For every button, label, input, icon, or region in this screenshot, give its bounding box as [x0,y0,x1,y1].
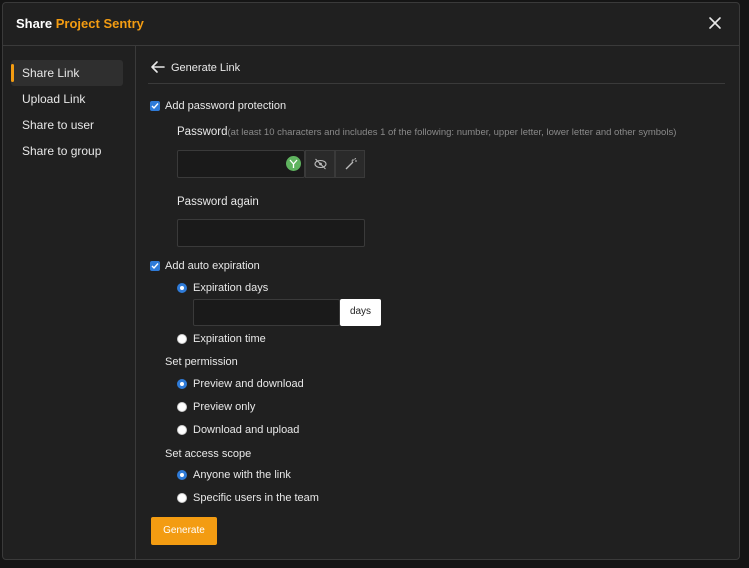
share-dialog: Share Project Sentry Share Link Upload L… [2,2,740,560]
close-icon[interactable] [705,13,725,33]
generate-password-button[interactable] [335,150,365,178]
scope-option-label: Specific users in the team [193,492,319,504]
auto-expiration-checkbox[interactable] [150,261,160,271]
expiration-days-label: Expiration days [193,282,269,294]
expiration-time-label: Expiration time [193,333,266,345]
eye-off-icon [314,158,327,170]
generate-button[interactable]: Generate [151,517,217,545]
access-scope-heading: Set access scope [165,448,252,460]
generate-link-heading: Generate Link [171,62,241,74]
magic-wand-icon [345,158,357,170]
permission-option-label: Preview only [193,401,256,413]
password-hint: (at least 10 characters and includes 1 o… [227,127,677,138]
toggle-visibility-button[interactable] [305,150,335,178]
permission-option-label: Preview and download [193,378,304,390]
password-again-input[interactable] [177,219,365,247]
expiration-time-radio[interactable] [177,334,187,344]
sidebar-item-share-to-user[interactable]: Share to user [11,112,123,138]
scope-option-label: Anyone with the link [193,469,291,481]
sidebar-item-upload-link[interactable]: Upload Link [11,86,123,112]
password-again-label: Password again [177,196,259,208]
days-unit: days [340,299,381,326]
sidebar-item-share-link[interactable]: Share Link [11,60,123,86]
password-label-text: Password [177,126,228,138]
dialog-title: Share Project Sentry [16,16,144,31]
permission-download-upload-radio[interactable] [177,425,187,435]
scope-anyone-radio[interactable] [177,470,187,480]
password-strength-icon [286,156,301,171]
permission-heading: Set permission [165,356,238,368]
back-arrow-icon[interactable] [150,60,166,74]
sidebar-item-share-to-group[interactable]: Share to group [11,138,123,164]
permission-preview-download-radio[interactable] [177,379,187,389]
expiration-days-input[interactable] [193,299,340,326]
expiration-days-radio[interactable] [177,283,187,293]
dialog-header: Share Project Sentry [3,3,739,46]
permission-option-label: Download and upload [193,424,300,436]
divider [148,83,725,84]
project-name: Project Sentry [55,16,144,31]
main-content: Generate Link Add password protection Pa… [136,46,739,559]
scope-specific-users-radio[interactable] [177,493,187,503]
title-prefix: Share [16,16,53,31]
auto-expiration-label: Add auto expiration [165,260,260,272]
password-protection-checkbox[interactable] [150,101,160,111]
sidebar: Share Link Upload Link Share to user Sha… [3,46,136,559]
password-label: Password(at least 10 characters and incl… [177,126,676,138]
password-protection-label: Add password protection [165,100,287,112]
permission-preview-only-radio[interactable] [177,402,187,412]
